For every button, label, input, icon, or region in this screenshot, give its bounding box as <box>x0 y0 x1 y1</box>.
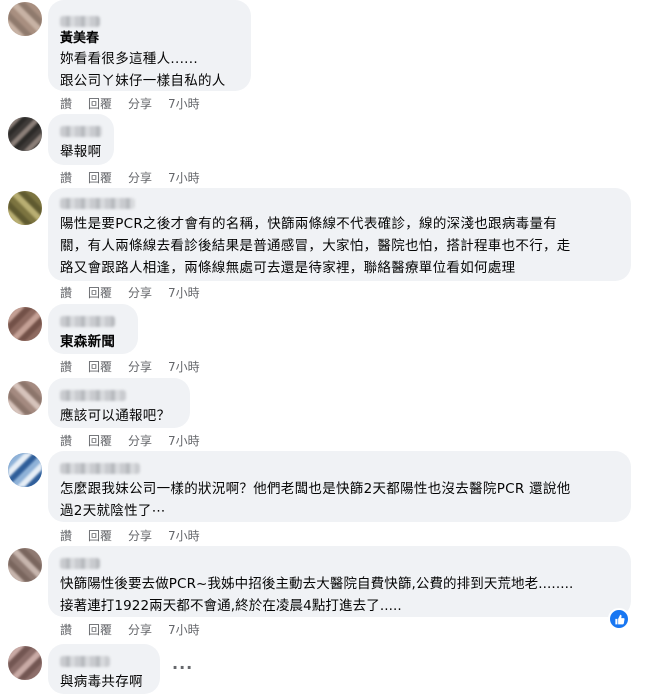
author-name-blurred[interactable] <box>60 558 100 569</box>
reply-link[interactable]: 回覆 <box>88 527 112 544</box>
timestamp[interactable]: 7小時 <box>168 621 200 638</box>
comment-bubble: 應該可以通報吧？ <box>48 378 190 428</box>
like-link[interactable]: 讚 <box>60 621 72 638</box>
comment-actions: 讚 回覆 分享 7小時 <box>60 527 216 543</box>
timestamp[interactable]: 7小時 <box>168 169 200 186</box>
comment-bubble: 黃美春 妳看看很多這種人...... 跟公司ㄚ妹仔一樣自私的人 <box>48 0 251 91</box>
comment-actions: 讚 回覆 分享 7小時 <box>60 621 216 637</box>
comment-bubble: 舉報啊 <box>48 114 114 165</box>
reply-link[interactable]: 回覆 <box>88 432 112 449</box>
comment-bubble: 快篩陽性後要去做PCR~我姊中招後主動去大醫院自費快篩,公費的排到天荒地老...… <box>48 546 631 617</box>
avatar[interactable] <box>8 453 42 487</box>
comment-text: 與病毒共存啊 <box>60 674 143 690</box>
timestamp[interactable]: 7小時 <box>168 284 200 301</box>
more-options-icon[interactable]: ··· <box>172 658 193 677</box>
like-link[interactable]: 讚 <box>60 169 72 186</box>
author-name[interactable]: 黃美春 <box>60 31 239 47</box>
like-link[interactable]: 讚 <box>60 284 72 301</box>
comment-text: 東森新聞 <box>60 334 116 350</box>
avatar[interactable] <box>8 191 42 225</box>
comment-bubble: 與病毒共存啊 <box>48 644 160 694</box>
reply-link[interactable]: 回覆 <box>88 621 112 638</box>
reply-link[interactable]: 回覆 <box>88 358 112 375</box>
comment-bubble: 東森新聞 <box>48 304 138 354</box>
comment-actions: 讚 回覆 分享 7小時 <box>60 284 216 300</box>
comment-actions: 讚 回覆 分享 7小時 <box>60 358 216 374</box>
author-name-blurred[interactable] <box>60 126 102 137</box>
comment-text: 快篩陽性後要去做PCR~我姊中招後主動去大醫院自費快篩,公費的排到天荒地老...… <box>60 576 574 614</box>
author-name-blurred[interactable] <box>60 316 115 327</box>
share-link[interactable]: 分享 <box>128 621 152 638</box>
timestamp[interactable]: 7小時 <box>168 358 200 375</box>
share-link[interactable]: 分享 <box>128 527 152 544</box>
comment-actions: 讚 回覆 分享 7小時 <box>60 432 216 448</box>
reply-link[interactable]: 回覆 <box>88 169 112 186</box>
avatar[interactable] <box>8 381 42 415</box>
comment-actions: 讚 回覆 分享 7小時 <box>60 169 216 185</box>
avatar[interactable] <box>8 2 42 36</box>
like-link[interactable]: 讚 <box>60 527 72 544</box>
comment-text: 舉報啊 <box>60 144 102 160</box>
comment-bubble: 怎麼跟我妹公司一樣的狀況啊？他們老闆也是快篩2天都陽性也沒去醫院PCR 還說他 … <box>48 451 631 522</box>
share-link[interactable]: 分享 <box>128 95 152 112</box>
reply-link[interactable]: 回覆 <box>88 284 112 301</box>
share-link[interactable]: 分享 <box>128 432 152 449</box>
author-name-blurred[interactable] <box>60 16 100 27</box>
avatar[interactable] <box>8 646 42 680</box>
like-link[interactable]: 讚 <box>60 358 72 375</box>
like-link[interactable]: 讚 <box>60 432 72 449</box>
comment-text: 應該可以通報吧？ <box>60 408 171 424</box>
reply-link[interactable]: 回覆 <box>88 95 112 112</box>
comment-actions: 讚 回覆 分享 7小時 <box>60 95 216 111</box>
comment-text: 陽性是要PCR之後才會有的名稱，快篩兩條線不代表確診，線的深淺也跟病毒量有 關，… <box>60 216 571 276</box>
like-link[interactable]: 讚 <box>60 95 72 112</box>
share-link[interactable]: 分享 <box>128 358 152 375</box>
timestamp[interactable]: 7小時 <box>168 527 200 544</box>
author-name-blurred[interactable] <box>60 463 140 474</box>
comment-text: 怎麼跟我妹公司一樣的狀況啊？他們老闆也是快篩2天都陽性也沒去醫院PCR 還說他 … <box>60 481 571 519</box>
author-name-blurred[interactable] <box>60 198 135 209</box>
timestamp[interactable]: 7小時 <box>168 432 200 449</box>
avatar[interactable] <box>8 117 42 151</box>
avatar[interactable] <box>8 548 42 582</box>
comment-bubble: 陽性是要PCR之後才會有的名稱，快篩兩條線不代表確診，線的深淺也跟病毒量有 關，… <box>48 188 631 281</box>
share-link[interactable]: 分享 <box>128 169 152 186</box>
timestamp[interactable]: 7小時 <box>168 95 200 112</box>
author-name-blurred[interactable] <box>60 656 110 667</box>
avatar[interactable] <box>8 307 42 341</box>
like-reaction-icon[interactable] <box>608 608 630 630</box>
comment-text: 妳看看很多這種人...... 跟公司ㄚ妹仔一樣自私的人 <box>60 51 226 89</box>
author-name-blurred[interactable] <box>60 390 126 401</box>
share-link[interactable]: 分享 <box>128 284 152 301</box>
